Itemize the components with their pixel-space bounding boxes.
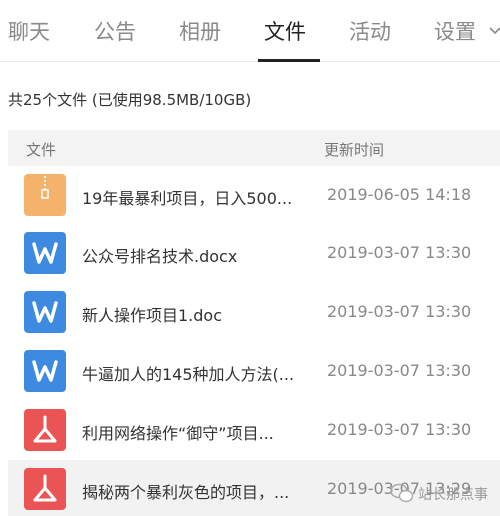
file-name: 19年最暴利项目，日入500... [82,189,293,208]
tab-settings[interactable]: 设置 [434,16,476,46]
tab-album[interactable]: 相册 [179,16,221,46]
file-table-header: 文件 更新时间 [8,130,500,166]
file-updated-time: 2019-03-07 13:30 [327,420,472,439]
file-updated-time: 2019-03-07 13:30 [327,243,472,262]
pdf-file-icon [24,409,66,451]
column-header-updated-time[interactable]: 更新时间 [324,139,384,160]
file-updated-time: 2019-03-07 13:30 [327,302,472,321]
watermark-text: 站长那点事 [418,487,488,503]
tab-files[interactable]: 文件 [264,16,306,46]
file-name: 揭秘两个暴利灰色的项目，... [82,483,290,502]
tab-bar: 聊天 公告 相册 文件 活动 设置 [0,0,500,62]
watermark: 站长那点事 [390,480,500,508]
file-name: 牛逼加人的145种加人方法(... [82,365,295,384]
wechat-icon [390,483,414,503]
file-updated-time: 2019-06-05 14:18 [327,185,472,204]
file-row[interactable]: 新人操作项目1.doc 2019-03-07 13:30 [8,283,500,341]
active-tab-indicator [258,59,320,62]
file-updated-time: 2019-03-07 13:30 [327,361,472,380]
file-row[interactable]: 利用网络操作“御守”项目... 2019-03-07 13:30 [8,401,500,459]
storage-summary: 共25个文件 (已使用98.5MB/10GB) [8,91,252,109]
word-file-icon [24,291,66,333]
tab-activity[interactable]: 活动 [349,16,391,46]
zip-file-icon [24,174,66,216]
file-name: 公众号排名技术.docx [82,247,238,266]
chevron-down-icon[interactable] [488,24,500,38]
file-row[interactable]: 牛逼加人的145种加人方法(... 2019-03-07 13:30 [8,342,500,400]
file-row[interactable]: 19年最暴利项目，日入500... 2019-06-05 14:18 [8,166,500,224]
tab-announcement[interactable]: 公告 [94,16,136,46]
column-header-file[interactable]: 文件 [26,139,56,160]
file-name: 利用网络操作“御守”项目... [82,424,274,443]
word-file-icon [24,232,66,274]
file-row[interactable]: 公众号排名技术.docx 2019-03-07 13:30 [8,224,500,282]
file-name: 新人操作项目1.doc [82,306,223,325]
word-file-icon [24,350,66,392]
pdf-file-icon [24,468,66,510]
tab-chat[interactable]: 聊天 [8,16,50,46]
